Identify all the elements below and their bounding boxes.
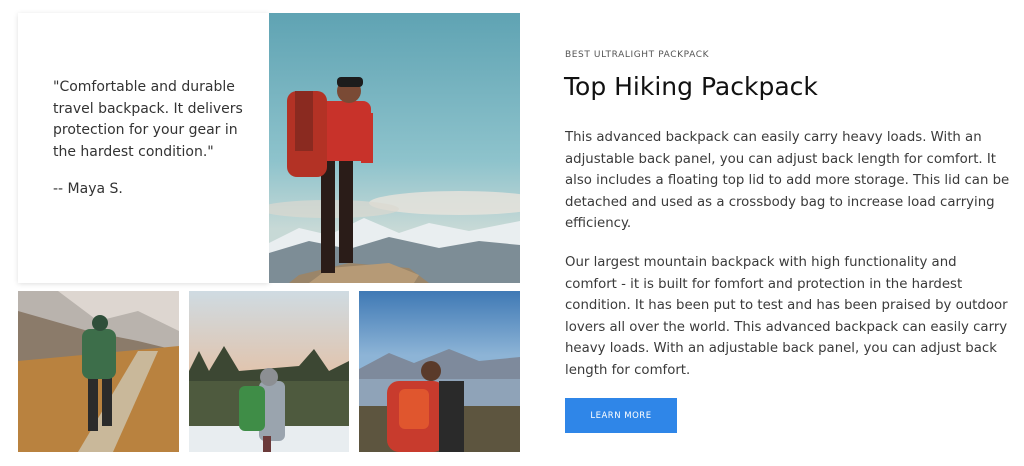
gallery-image-trail (18, 291, 179, 452)
testimonial-quote: "Comfortable and durable travel backpack… (53, 79, 243, 160)
hero-image (269, 13, 520, 283)
gallery-image-snow (189, 291, 349, 452)
product-title: Top Hiking Packpack (564, 72, 818, 101)
gallery-image-lake (359, 291, 520, 452)
learn-more-button[interactable]: LEARN MORE (565, 398, 677, 433)
product-description-2: Our largest mountain backpack with high … (565, 255, 1008, 378)
testimonial-card: "Comfortable and durable travel backpack… (18, 13, 269, 283)
testimonial-author: -- Maya S. (53, 181, 123, 197)
product-eyebrow: BEST ULTRALIGHT PACKPACK (565, 50, 710, 60)
product-description-1: This advanced backpack can easily carry … (565, 130, 1010, 231)
